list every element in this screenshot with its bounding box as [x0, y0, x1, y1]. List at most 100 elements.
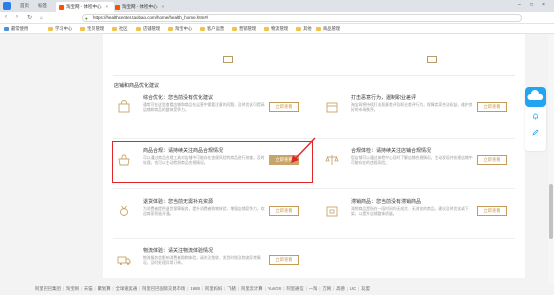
bookmark-item[interactable]: 学习中心 [48, 26, 72, 32]
view-now-button[interactable]: 立即查看 [477, 155, 507, 165]
tab-health-center[interactable]: 淘宝网 - 体检中心 × [112, 2, 170, 12]
truck-icon [117, 256, 131, 265]
footer-link[interactable]: 全球速卖通 [116, 286, 137, 291]
medal-icon [120, 205, 128, 216]
star-icon [4, 26, 9, 31]
bag-icon [118, 100, 130, 113]
folder-icon [232, 26, 237, 31]
view-now-button[interactable]: 立即查看 [269, 255, 299, 265]
box-icon [326, 206, 338, 217]
footer-link[interactable]: 高德 [336, 286, 345, 291]
window-close-icon[interactable]: × [542, 2, 545, 8]
suggestion-card: 综合优化：您当前没有优化建议通常可在这里查看店铺和商品在运营中需要注意的问题，及… [109, 89, 309, 129]
footer-link[interactable]: YunOS [268, 286, 282, 291]
refresh-icon[interactable]: ↻ [27, 14, 32, 21]
footer-link[interactable]: 1688 [190, 286, 200, 291]
back-icon[interactable]: ‹ [5, 14, 7, 20]
card-title: 物流体验：请关注物流体验情况 [143, 248, 214, 254]
browser-tab-bar: 首页 标签 淘宝网 - 体检中心 × 淘宝网 - 体检中心 × – □ × [0, 0, 554, 12]
folder-icon [316, 26, 321, 31]
separator: | [333, 286, 335, 291]
footer-link[interactable]: 阿里通信 [286, 286, 303, 291]
card-title: 合规体检：请持续关注店铺合规情况 [351, 148, 432, 154]
bookmarks-bar: 最常使用 学习中心 宝贝管理 社区 店铺管理 淘宝中心 客户运营 营销管理 物流… [0, 24, 554, 34]
view-now-button[interactable]: 立即查看 [477, 102, 507, 112]
card-title: 退货体验：您当前无需补充资源 [143, 199, 214, 205]
maximize-icon[interactable]: □ [530, 2, 533, 8]
footer-link[interactable]: 淘宝网 [66, 286, 79, 291]
scrollbar[interactable] [548, 34, 554, 295]
footer-link[interactable]: 飞猪 [227, 286, 236, 291]
divider [113, 188, 515, 189]
minimize-icon[interactable]: – [518, 2, 521, 8]
footer-links: 阿里巴巴集团 | 淘宝网 | 天猫 | 聚划算 | 全球速卖通 | 阿里巴巴国际交易市场 | 1688 |… [35, 286, 372, 292]
tabs-label[interactable]: 标签 [38, 3, 47, 9]
footer-link[interactable]: 阿里云计算 [241, 286, 262, 291]
folder-icon [264, 26, 269, 31]
footer-link[interactable]: 阿里妈妈 [205, 286, 222, 291]
separator: | [94, 286, 96, 291]
footer-link[interactable]: 万网 [322, 286, 331, 291]
section-title: 店铺和商品优化建议 [114, 83, 160, 89]
tab-health-center-active[interactable]: 淘宝网 - 体检中心 × [56, 2, 115, 12]
suggestion-card: 物流体验：请关注物流体验情况 物流服务会影响消费者购物体验，请关注揽收、发货时效及… [109, 242, 309, 282]
bookmark-item[interactable]: 宝贝管理 [80, 26, 104, 32]
separator: | [346, 286, 348, 291]
footer-link[interactable]: UC [350, 286, 356, 291]
bookmark-item[interactable]: 店铺管理 [136, 26, 160, 32]
close-icon[interactable]: × [106, 4, 109, 9]
folder-icon [136, 26, 141, 31]
folder-icon [80, 26, 85, 31]
card-description: 淘宝网将持续打击恶意差评及职业差评行为，保障卖家合法权益，维护良好的市场秩序。 [351, 103, 473, 113]
bookmark-item[interactable]: 商品管理 [316, 26, 340, 32]
footer-link[interactable]: 阿里巴巴集团 [35, 286, 61, 291]
forward-icon[interactable]: › [16, 14, 18, 20]
suggestion-card: 退货体验：您当前无需补充资源为消费者提供退货保障服务，提升消费者购物体验，增强店… [109, 193, 309, 233]
separator: | [201, 286, 204, 291]
floating-service-widget[interactable] [525, 87, 546, 151]
separator: | [224, 286, 226, 291]
bookmark-item[interactable]: 其他 [296, 26, 312, 32]
bookmark-item[interactable]: 客户运营 [200, 26, 224, 32]
bell-icon[interactable] [532, 113, 539, 120]
separator: | [358, 286, 360, 291]
bookmark-item[interactable]: 社区 [112, 26, 128, 32]
footer-link[interactable]: 天猫 [84, 286, 93, 291]
cloud-service-icon[interactable] [525, 87, 546, 107]
bookmark-item[interactable]: 最常使用 [4, 26, 28, 32]
card-title: 综合优化：您当前没有优化建议 [143, 95, 214, 101]
page-content: 店铺和商品优化建议 综合优化：您当前没有优化建议通常可在这里查看店铺和商品在运营… [0, 34, 554, 295]
footer-link[interactable]: 聚划算 [98, 286, 111, 291]
edit-icon[interactable] [532, 129, 539, 136]
separator: | [112, 286, 114, 291]
view-now-button[interactable]: 立即查看 [269, 206, 299, 216]
separator: | [319, 286, 321, 291]
folder-icon [200, 26, 205, 31]
folder-icon [48, 26, 53, 31]
separator: | [187, 286, 189, 291]
taobao-favicon-icon [59, 5, 64, 10]
card-description: 通常可在这里查看店铺和商品在运营中需要注意的问题，及时优化可提高店铺和商品的整体… [143, 103, 265, 113]
folder-icon [112, 26, 117, 31]
card-description: 滞销商品是指在一段时间内无成交、无浏览的商品，建议及时优化或下架，以提升店铺整体… [351, 207, 469, 217]
scrollbar-thumb[interactable] [549, 184, 553, 239]
footer-link[interactable]: 一淘 [309, 286, 318, 291]
divider [113, 75, 515, 76]
view-now-button[interactable]: 立即查看 [269, 102, 299, 112]
url-input[interactable]: ● https://healthcenter.taobao.com/home/h… [82, 14, 522, 22]
home-icon[interactable]: ⌂ [40, 15, 43, 21]
close-icon[interactable]: × [162, 4, 165, 9]
lock-icon: ● [85, 16, 88, 21]
card-description: 为消费者提供退货保障服务，提升消费者购物体验，增强店铺竞争力，欢迎商家积极开通。 [143, 207, 265, 217]
footer-link[interactable]: 阿里巴巴国际交易市场 [142, 286, 185, 291]
document-icon [223, 56, 233, 63]
bookmark-item[interactable]: 营销管理 [232, 26, 256, 32]
divider [113, 238, 515, 239]
home-label[interactable]: 首页 [20, 3, 29, 9]
bookmark-item[interactable]: 物流管理 [264, 26, 288, 32]
bookmark-item[interactable]: 淘宝中心 [168, 26, 192, 32]
card-description: 您店铺可以通过体检中心及时了解店铺合规情况，主动发现并处理店铺中可能存在的违规风… [351, 156, 473, 166]
separator: | [62, 286, 64, 291]
view-now-button[interactable]: 立即查看 [477, 206, 507, 216]
footer-link[interactable]: 友盟 [361, 286, 370, 291]
